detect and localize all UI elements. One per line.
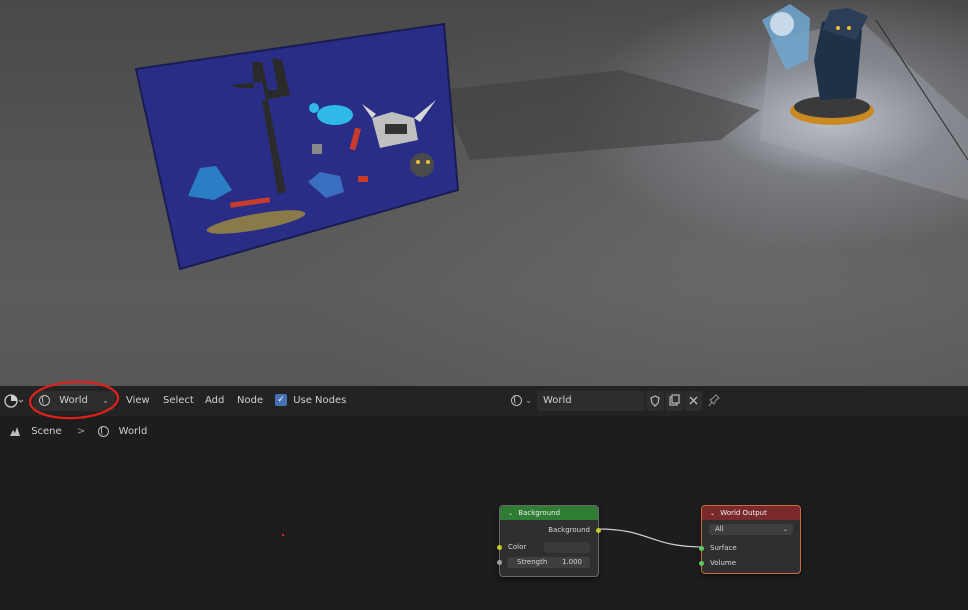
chevron-down-icon: ⌄ [782, 526, 788, 533]
world-output-node[interactable]: ⌄ World Output All ⌄ Surface Volume [699, 505, 801, 574]
spirit-effect [770, 12, 794, 36]
volume-input-socket[interactable] [699, 561, 704, 566]
sphere-eye [426, 160, 430, 164]
node-links [597, 528, 704, 548]
surface-input-socket[interactable] [699, 546, 704, 551]
shader-editor[interactable]: World ⌄ View Select Add Node ✓ Use Nodes… [0, 380, 968, 610]
background-node-header[interactable]: ⌄ Background [500, 506, 598, 520]
board-shadow [440, 70, 760, 160]
color-input-socket[interactable] [497, 545, 502, 550]
volume-input-label: Volume [710, 559, 737, 567]
strength-value: 1.000 [561, 558, 582, 566]
link-background-to-surface[interactable] [597, 528, 704, 548]
sphere-model [410, 153, 434, 177]
background-output-label: Background [548, 526, 590, 534]
background-node[interactable]: ⌄ Background Background Color Strength 1… [497, 505, 601, 577]
red-shard-2 [358, 176, 368, 182]
world-output-node-header[interactable]: ⌄ World Output [702, 506, 800, 520]
3d-viewport[interactable] [0, 0, 968, 386]
target-value: All [715, 525, 724, 533]
cube-model [312, 144, 322, 154]
strength-label: Strength [517, 558, 548, 566]
character-eye [847, 26, 851, 30]
target-dropdown[interactable]: All ⌄ [709, 524, 793, 535]
surface-input-label: Surface [710, 544, 737, 552]
sphere-eye [416, 160, 420, 164]
viewport-scene [134, 4, 968, 271]
helmet-visor [385, 124, 407, 134]
splash-drop [309, 103, 319, 113]
character-eye [836, 26, 840, 30]
world-output-title: World Output [720, 509, 767, 517]
strength-input-socket[interactable] [497, 560, 502, 565]
texture-board[interactable] [134, 22, 460, 271]
color-swatch[interactable] [544, 542, 590, 553]
background-node-title: Background [518, 509, 561, 517]
background-output-socket[interactable] [596, 528, 601, 533]
strength-field[interactable]: Strength 1.000 [507, 557, 590, 568]
splash-model [317, 105, 353, 125]
